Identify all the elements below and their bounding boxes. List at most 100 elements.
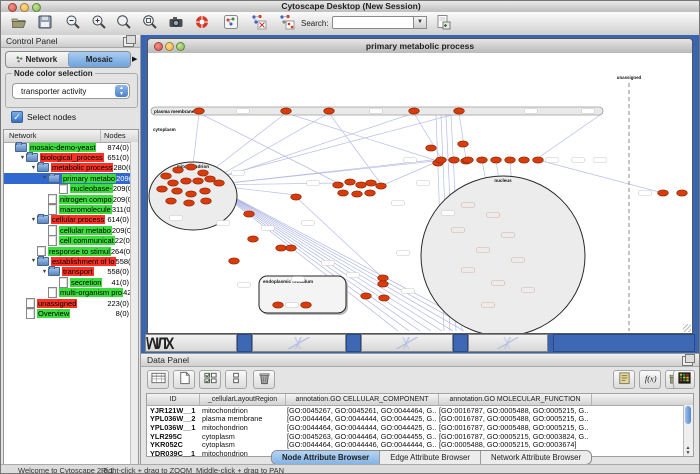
table-column-header[interactable]: annotation.GO CELLULAR_COMPONENT	[286, 394, 439, 405]
graph-node[interactable]	[193, 178, 204, 184]
graph-node[interactable]	[378, 275, 389, 281]
float-panel-icon[interactable]	[123, 37, 134, 47]
graph-node[interactable]	[333, 182, 344, 188]
graph-node[interactable]	[198, 170, 209, 176]
background-window[interactable]	[252, 334, 346, 352]
table-scrollbar-arrows-icon[interactable]: ▲▼	[684, 446, 692, 456]
tab-network-attribute-browser[interactable]: Network Attribute Browser	[481, 451, 591, 464]
tab-overflow-arrow-icon[interactable]: ▶	[132, 55, 137, 63]
tree-item-primary-metabo[interactable]: ▼primary metabo209(...	[4, 173, 131, 183]
table-row[interactable]: YKR052Ccytoplasm[GO:0044464, GO:0044446,…	[147, 440, 693, 449]
tree-item-response-to-stimul[interactable]: response to stimul264(0)	[4, 246, 131, 256]
graph-node[interactable]	[168, 180, 179, 186]
table-column-header[interactable]: annotation.GO MOLECULAR_FUNCTION	[439, 394, 592, 405]
graph-node[interactable]	[463, 157, 474, 163]
graph-node[interactable]	[276, 245, 287, 251]
network-canvas[interactable]: plasma membranecytoplasmmitochondrionnuc…	[148, 53, 692, 333]
graph-node[interactable]	[172, 188, 183, 194]
tree-item-cellular-process[interactable]: ▼cellular process614(0)	[4, 215, 131, 225]
graph-node[interactable]	[458, 141, 469, 147]
graph-node[interactable]	[345, 179, 356, 185]
graph-node[interactable]	[291, 194, 302, 200]
graph-node[interactable]	[229, 258, 240, 264]
graph-node[interactable]	[186, 191, 197, 197]
background-window[interactable]	[361, 334, 453, 352]
table-scrollbar-thumb[interactable]	[685, 406, 691, 424]
graph-node[interactable]	[352, 191, 363, 197]
tab-network[interactable]: Network	[6, 52, 68, 67]
new-attribute-icon[interactable]	[173, 370, 195, 389]
tree-expand-icon[interactable]: ▼	[30, 165, 37, 171]
tree-item-unassigned[interactable]: unassigned223(0)	[4, 298, 131, 308]
select-nodes-checkbox[interactable]: ✓	[11, 111, 23, 123]
tree-scrollbar[interactable]	[130, 142, 138, 474]
unselect-attributes-icon[interactable]	[225, 370, 247, 389]
snapshot-camera-icon[interactable]	[166, 14, 186, 33]
tree-item-secretion[interactable]: secretion41(0)	[4, 277, 131, 287]
select-attributes-icon[interactable]	[199, 370, 221, 389]
tree-item-multi-organism-pro[interactable]: multi-organism pro42(0)	[4, 287, 131, 297]
save-session-icon[interactable]	[35, 14, 55, 33]
graph-node[interactable]	[244, 211, 255, 217]
delete-attribute-trash-icon[interactable]	[253, 370, 275, 389]
search-dropdown-icon[interactable]: ▼	[414, 16, 427, 29]
graph-node[interactable]	[186, 164, 197, 170]
search-input[interactable]	[332, 16, 414, 29]
zoom-in-icon[interactable]	[89, 14, 109, 33]
graph-node[interactable]	[286, 245, 297, 251]
tree-expand-icon[interactable]: ▼	[41, 175, 48, 181]
graph-node[interactable]	[324, 108, 335, 114]
graph-node[interactable]	[449, 157, 460, 163]
tree-item-mosaic-demo-yeast[interactable]: mosaic-demo-yeast874(0)	[4, 142, 131, 152]
graph-node[interactable]	[301, 302, 312, 308]
zoom-out-icon[interactable]	[63, 14, 83, 33]
zoom-fit-icon[interactable]	[140, 14, 160, 33]
table-column-header[interactable]: ID	[147, 394, 200, 405]
table-row[interactable]: YLR295Ccytoplasm[GO:0045263, GO:0044464,…	[147, 432, 693, 441]
import-table-icon[interactable]	[433, 14, 453, 33]
graph-node[interactable]	[426, 145, 437, 151]
graph-node[interactable]	[436, 157, 447, 163]
open-session-icon[interactable]	[9, 14, 29, 33]
window-resize-grip-icon[interactable]	[683, 324, 691, 332]
graph-node[interactable]	[677, 190, 688, 196]
table-row[interactable]: YPL036W__2plasma membrane[GO:0044464, GO…	[147, 415, 693, 424]
tree-item-biological-process[interactable]: ▼biological_process651(0)	[4, 152, 131, 162]
tree-expand-icon[interactable]: ▼	[30, 217, 37, 223]
tree-item-metabolic-process[interactable]: ▼metabolic process280(0)	[4, 163, 131, 173]
help-lifering-icon[interactable]	[192, 14, 212, 33]
graph-node[interactable]	[378, 281, 389, 287]
heatmap-icon[interactable]	[673, 370, 695, 389]
background-window[interactable]	[468, 334, 548, 352]
graph-node[interactable]	[477, 157, 488, 163]
attribute-notes-icon[interactable]	[613, 370, 635, 389]
graph-node[interactable]	[281, 108, 292, 114]
graph-node[interactable]	[200, 188, 211, 194]
graph-node[interactable]	[214, 180, 225, 186]
graph-node[interactable]	[184, 200, 195, 206]
attribute-table-icon[interactable]	[147, 370, 169, 389]
graph-node[interactable]	[379, 295, 390, 301]
tree-item-macromolecule[interactable]: macromolecule311(0)	[4, 204, 131, 214]
zoom-selected-icon[interactable]	[114, 14, 134, 33]
graph-node[interactable]	[658, 190, 669, 196]
graph-node[interactable]	[533, 157, 544, 163]
graph-node[interactable]	[365, 190, 376, 196]
network-view-titlebar[interactable]: primary metabolic process	[148, 39, 692, 54]
tree-item-nitrogen-compo[interactable]: nitrogen compo209(0)	[4, 194, 131, 204]
background-window[interactable]: \ΛIЛX	[145, 334, 237, 352]
function-builder-icon[interactable]: f(x)	[639, 370, 661, 389]
tree-item-establishment-of-lo[interactable]: ▼establishment of lo558(0)	[4, 256, 131, 266]
graph-node[interactable]	[173, 167, 184, 173]
node-color-dropdown[interactable]: transporter activity ▲▼	[12, 83, 130, 99]
graph-node[interactable]	[356, 182, 367, 188]
graph-node[interactable]	[157, 186, 168, 192]
graph-node[interactable]	[338, 190, 349, 196]
graph-node[interactable]	[505, 157, 516, 163]
graph-node[interactable]	[248, 236, 259, 242]
tree-expand-icon[interactable]: ▼	[41, 269, 48, 275]
tree-item-cell-communicat[interactable]: cell communicat22(0)	[4, 236, 131, 246]
graph-node[interactable]	[361, 293, 372, 299]
tab-node-attribute-browser[interactable]: Node Attribute Browser	[272, 451, 380, 464]
tree-column-nodes[interactable]: Nodes	[101, 130, 138, 142]
